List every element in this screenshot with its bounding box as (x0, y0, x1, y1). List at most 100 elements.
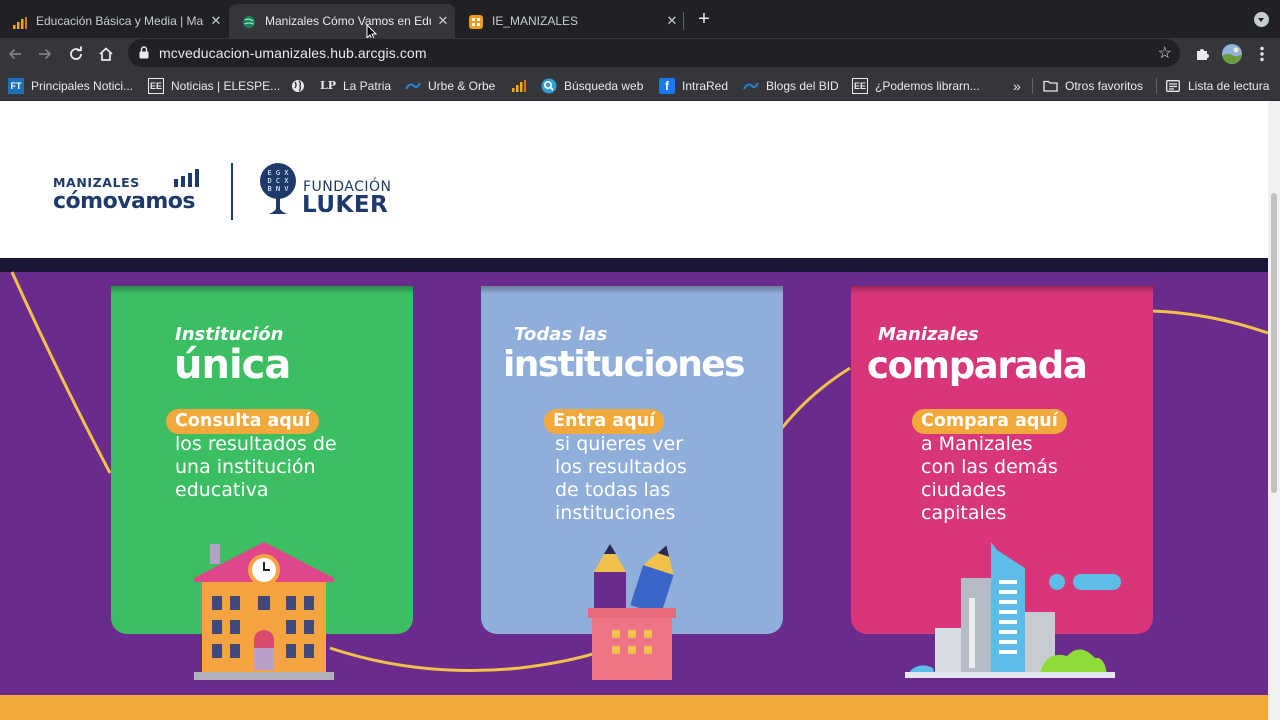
wave-icon (405, 78, 421, 94)
facebook-icon: f (659, 77, 675, 94)
extensions-button[interactable] (1190, 42, 1214, 66)
bookmark-label: Búsqueda web (564, 78, 644, 93)
bookmark-label: IntraRed (682, 78, 729, 93)
avatar (1222, 44, 1242, 64)
bookmark-principales-noticias[interactable]: FT Principales Notici... (8, 77, 133, 94)
svg-text:B N V: B N V (267, 185, 289, 193)
reading-list-button[interactable]: Lista de lectura (1165, 77, 1269, 94)
home-button[interactable] (94, 42, 118, 66)
forward-button[interactable] (33, 42, 57, 66)
card-title: única (174, 342, 291, 388)
bookmark-la-patria[interactable]: LP La Patria (320, 77, 391, 94)
bookmark-label: Blogs del BID (766, 78, 839, 93)
bookmark-podemos-librarnos[interactable]: EE ¿Podemos librarn... (852, 77, 980, 94)
bookmark-globe[interactable] (290, 77, 313, 94)
fundacion-luker-logo[interactable]: E G X D C X B N V FUNDACIÓN LUKER (255, 161, 400, 219)
forward-arrow-icon (39, 48, 52, 60)
profile-avatar[interactable] (1220, 42, 1244, 66)
scrollbar-thumb[interactable] (1271, 193, 1277, 493)
url-text[interactable]: mcveducacion-umanizales.hub.arcgis.com (159, 45, 427, 61)
reload-icon (70, 46, 82, 60)
pencil-cup-icon (588, 544, 676, 680)
page-scrollbar[interactable] (1268, 101, 1280, 720)
more-bookmarks-button[interactable]: » (1013, 77, 1021, 94)
bookmark-star-icon[interactable]: ☆ (1158, 43, 1172, 63)
tab-ie-manizales[interactable]: IE_MANIZALES ✕ (456, 4, 684, 38)
consulta-aqui-button[interactable]: Consulta aquí (166, 409, 320, 434)
kebab-menu-icon (1260, 46, 1264, 62)
school-building-icon (194, 542, 334, 680)
svg-text:E G X: E G X (267, 169, 289, 177)
card-subtitle: Manizales (878, 324, 979, 345)
city-skyline-icon (905, 542, 1121, 678)
bookmark-analytics[interactable] (511, 77, 534, 94)
lock-icon[interactable] (139, 46, 149, 59)
ee-icon: EE (852, 77, 868, 94)
back-arrow-icon (8, 48, 21, 60)
folder-icon (1042, 78, 1058, 94)
tab-search-icon[interactable] (1254, 12, 1269, 27)
bookmarks-divider (1156, 78, 1157, 94)
card-title: instituciones (503, 344, 745, 385)
home-icon (99, 47, 113, 61)
entra-aqui-button[interactable]: Entra aquí (544, 409, 665, 434)
navigation-banner: Institución única Consulta aquí los resu… (0, 258, 1268, 695)
new-tab-button[interactable]: + (692, 8, 716, 32)
card-description: si quieres ver los resultados de todas l… (555, 433, 687, 524)
bookmark-label: Otros favoritos (1065, 78, 1144, 93)
puzzle-icon (1197, 49, 1209, 60)
logo-bottom-text: cómovamos (53, 189, 196, 214)
svg-text:D C X: D C X (267, 177, 289, 185)
arcgis-favicon (468, 13, 484, 29)
ee-icon: EE (148, 77, 164, 94)
bookmarks-bar: FT Principales Notici... EE Noticias | E… (0, 70, 1280, 101)
manizales-como-vamos-logo[interactable]: MANIZALES cómovamos (53, 169, 199, 214)
bookmark-blogs-bid[interactable]: Blogs del BID (743, 77, 839, 94)
tab-manizales-como-vamos[interactable]: Manizales Cómo Vamos en Edu ✕ (229, 4, 455, 38)
bar-chart-icon (511, 78, 527, 94)
wave-icon (743, 78, 759, 94)
bookmark-label: ¿Podemos librarn... (875, 78, 980, 93)
card-title: comparada (867, 344, 1088, 387)
bookmark-label: Lista de lectura (1188, 78, 1270, 93)
globe-favicon (241, 13, 257, 29)
ft-icon: FT (8, 77, 24, 94)
browser-toolbar: mcveducacion-umanizales.hub.arcgis.com ☆ (0, 38, 1280, 70)
search-icon (541, 78, 557, 94)
bar-chart-logo-icon (174, 169, 199, 187)
orange-footer-stripe (0, 695, 1268, 720)
other-bookmarks-folder[interactable]: Otros favoritos (1042, 77, 1143, 94)
address-bar[interactable]: mcveducacion-umanizales.hub.arcgis.com ☆ (128, 39, 1180, 67)
tab-title: IE_MANIZALES (492, 14, 579, 28)
globe-icon (290, 78, 306, 94)
close-icon[interactable]: ✕ (660, 13, 684, 29)
bookmarks-divider (1032, 78, 1033, 94)
tab-separator (683, 12, 684, 30)
close-icon[interactable]: ✕ (204, 13, 228, 29)
tab-title: Manizales Cómo Vamos en Edu (265, 14, 431, 28)
close-icon[interactable]: ✕ (431, 13, 455, 29)
browser-menu-button[interactable] (1250, 42, 1274, 66)
web-page: MANIZALES cómovamos E G X D C X B N V FU… (0, 101, 1268, 720)
bookmark-label: Urbe & Orbe (428, 78, 496, 93)
bookmark-label: Noticias | ELESPE... (171, 78, 281, 93)
back-button[interactable] (3, 42, 27, 66)
bookmark-label: La Patria (343, 78, 392, 93)
card-description: los resultados de una institución educat… (175, 433, 337, 501)
bookmark-label: Principales Notici... (31, 78, 134, 93)
lp-icon: LP (320, 79, 337, 92)
bookmark-intrared[interactable]: f IntraRed (659, 77, 728, 94)
tab-title: Educación Básica y Media | Ma (36, 14, 204, 28)
compara-aqui-button[interactable]: Compara aquí (912, 409, 1067, 434)
tab-educacion-basica[interactable]: Educación Básica y Media | Ma ✕ (0, 4, 228, 38)
tree-icon: E G X D C X B N V (260, 163, 296, 214)
bookmark-noticias-elespectador[interactable]: EE Noticias | ELESPE... (148, 77, 280, 94)
logo-divider (231, 163, 233, 220)
bookmark-urbe-orbe[interactable]: Urbe & Orbe (405, 77, 495, 94)
reload-button[interactable] (64, 42, 88, 66)
card-description: a Manizales con las demás ciudades capit… (921, 433, 1058, 524)
bar-chart-favicon (12, 13, 28, 29)
card-subtitle: Todas las (514, 324, 608, 345)
bookmark-busqueda-web[interactable]: Búsqueda web (541, 77, 643, 94)
tab-strip: Educación Básica y Media | Ma ✕ Manizale… (0, 0, 1280, 42)
